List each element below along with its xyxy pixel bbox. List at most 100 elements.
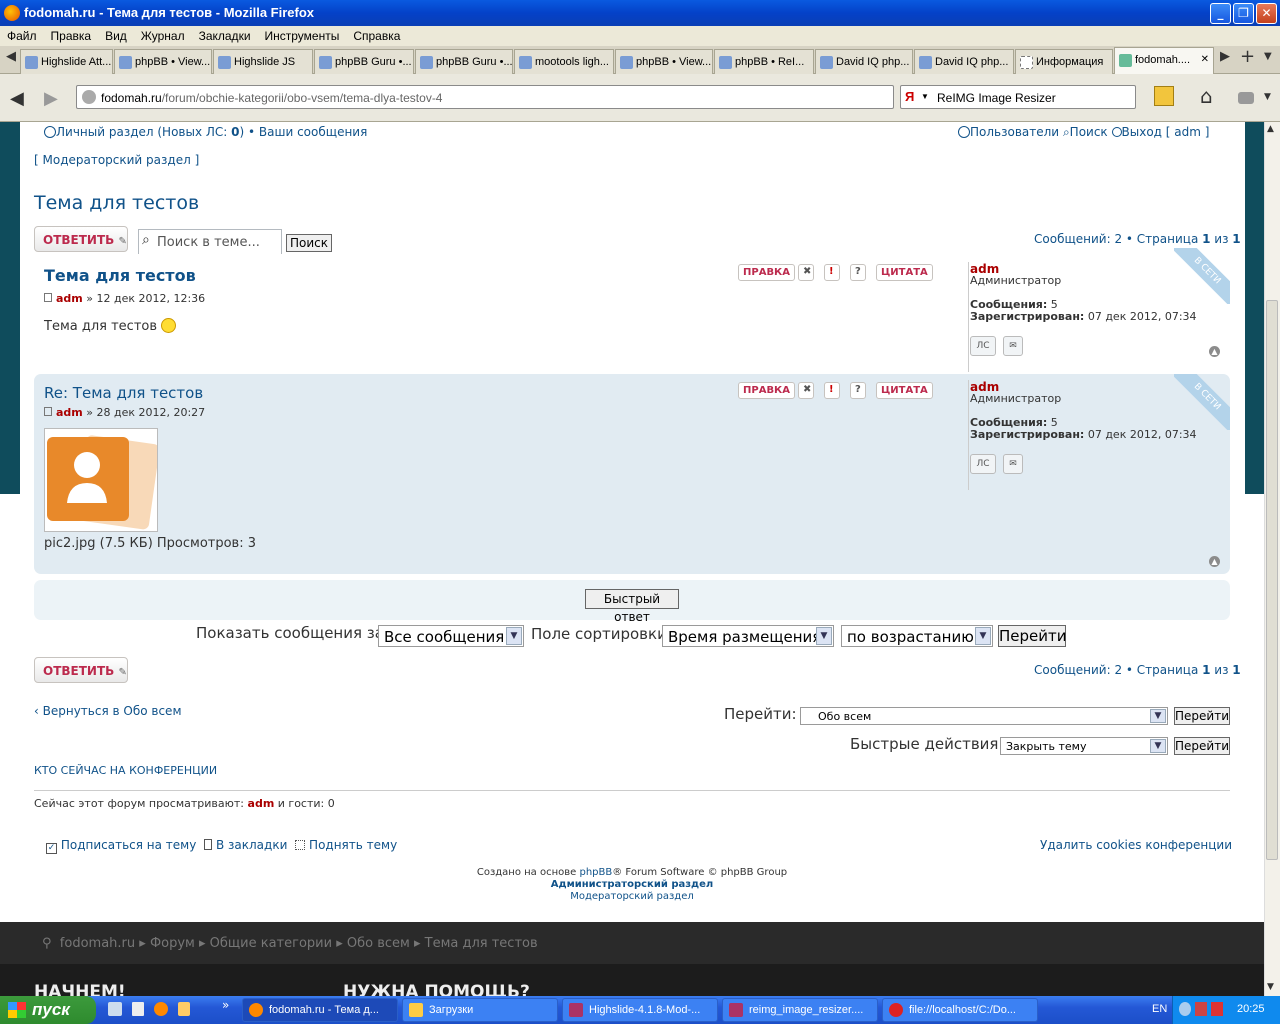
- language-indicator[interactable]: EN: [1152, 1003, 1167, 1015]
- delete-cookies-link[interactable]: Удалить cookies конференции: [1040, 838, 1232, 852]
- tab-item[interactable]: phpBB Guru •...: [314, 49, 414, 74]
- quick-actions-select[interactable]: Закрыть тему ▼: [1000, 737, 1168, 755]
- menu-view[interactable]: Вид: [98, 26, 134, 43]
- email-icon[interactable]: ✉: [1003, 454, 1023, 474]
- logout-link[interactable]: Выход [ adm ]: [1122, 125, 1210, 139]
- reply-button[interactable]: ОТВЕТИТЬ ✎: [34, 226, 128, 252]
- search-link[interactable]: Поиск: [1070, 125, 1108, 139]
- quick-actions-go-button[interactable]: Перейти: [1174, 737, 1230, 755]
- tab-item[interactable]: phpBB • ReI...: [714, 49, 814, 74]
- tray-back-icon[interactable]: [1179, 1002, 1191, 1016]
- tab-scroll-right-icon[interactable]: ▶: [1220, 49, 1230, 64]
- back-to-top-icon[interactable]: ▲: [1209, 346, 1220, 357]
- search-bar[interactable]: Я ▼ ReIMG Image Resizer: [900, 85, 1136, 109]
- tab-item[interactable]: Highslide Att...: [20, 49, 113, 74]
- pm-button[interactable]: ЛС: [970, 336, 996, 356]
- tab-item[interactable]: phpBB • View...: [615, 49, 713, 74]
- quicklaunch-doc-icon[interactable]: [132, 1002, 144, 1016]
- quicklaunch-app-icon[interactable]: [178, 1002, 190, 1016]
- task-reimg[interactable]: reimg_image_resizer....: [722, 998, 878, 1022]
- tab-item[interactable]: phpBB Guru •...: [415, 49, 513, 74]
- info-button[interactable]: ?: [850, 264, 866, 281]
- home-icon[interactable]: ⌂: [1200, 84, 1213, 108]
- menu-history[interactable]: Журнал: [134, 26, 192, 43]
- new-tab-icon[interactable]: +: [1240, 46, 1255, 67]
- menu-edit[interactable]: Правка: [44, 26, 99, 43]
- menu-file[interactable]: Файл: [0, 26, 44, 43]
- topic-search-input[interactable]: ⌕ Поиск в теме...: [138, 229, 282, 255]
- tab-item[interactable]: David IQ php...: [914, 49, 1014, 74]
- jump-go-button[interactable]: Перейти: [1174, 707, 1230, 725]
- back-icon[interactable]: ◀: [10, 88, 24, 109]
- scroll-up-icon[interactable]: ▲: [1267, 124, 1274, 134]
- phpbb-link[interactable]: phpBB: [579, 867, 612, 878]
- bookmark-link[interactable]: В закладки: [216, 838, 287, 852]
- post-title[interactable]: Re: Тема для тестов: [44, 384, 203, 402]
- breadcrumb-item[interactable]: Тема для тестов: [425, 936, 538, 951]
- topic-title[interactable]: Тема для тестов: [34, 192, 199, 214]
- my-posts-link[interactable]: Ваши сообщения: [259, 125, 367, 139]
- menu-dropdown-icon[interactable]: ▼: [1264, 92, 1271, 102]
- tab-item[interactable]: phpBB • View...: [114, 49, 212, 74]
- tab-list-icon[interactable]: ▼: [1264, 51, 1272, 62]
- minimize-button[interactable]: _: [1210, 3, 1231, 24]
- private-messages-link[interactable]: Личный раздел (Новых ЛС: 0): [56, 125, 244, 139]
- maximize-button[interactable]: ❐: [1233, 3, 1254, 24]
- quicklaunch-more-icon[interactable]: »: [222, 998, 229, 1012]
- reply-button-bottom[interactable]: ОТВЕТИТЬ ✎: [34, 657, 128, 683]
- post-title[interactable]: Тема для тестов: [44, 266, 196, 285]
- breadcrumb-item[interactable]: Обо всем: [347, 936, 410, 951]
- edit-button[interactable]: ПРАВКА: [738, 382, 795, 399]
- engine-dropdown-icon[interactable]: ▼: [921, 92, 929, 101]
- scroll-down-icon[interactable]: ▼: [1267, 982, 1274, 992]
- tab-item[interactable]: Highslide JS: [213, 49, 313, 74]
- quote-button[interactable]: ЦИТАТА: [876, 382, 933, 399]
- sort-direction-select[interactable]: по возрастанию ▼: [841, 625, 993, 647]
- tab-item[interactable]: Информация: [1015, 49, 1113, 74]
- checkbox-icon[interactable]: ✓: [46, 843, 57, 854]
- post-author[interactable]: adm: [56, 292, 83, 305]
- subscribe-link[interactable]: Подписаться на тему: [61, 838, 197, 852]
- addon-icon[interactable]: [1238, 92, 1254, 104]
- users-link[interactable]: Пользователи: [970, 125, 1059, 139]
- viewer-username[interactable]: adm: [248, 797, 275, 810]
- forward-icon[interactable]: ▶: [44, 88, 58, 109]
- menu-tools[interactable]: Инструменты: [258, 26, 347, 43]
- post-icon[interactable]: [44, 293, 52, 302]
- tab-close-icon[interactable]: ✕: [1201, 54, 1209, 65]
- reimg-addon-icon[interactable]: [1154, 86, 1174, 106]
- breadcrumb-item[interactable]: Форум: [150, 936, 195, 951]
- attachment-thumbnail[interactable]: [44, 428, 160, 532]
- clock[interactable]: 20:25: [1237, 1003, 1265, 1015]
- breadcrumb-item[interactable]: fodomah.ru: [60, 936, 135, 951]
- sort-go-button[interactable]: Перейти: [998, 625, 1067, 647]
- sort-field-select[interactable]: Время размещения ▼: [662, 625, 834, 647]
- admin-panel-link[interactable]: Администраторский раздел: [0, 879, 1264, 890]
- back-to-top-icon[interactable]: ▲: [1209, 556, 1220, 567]
- post-author[interactable]: adm: [56, 406, 83, 419]
- tab-item-active[interactable]: fodomah.... ✕: [1114, 47, 1214, 75]
- who-is-online-heading[interactable]: КТО СЕЙЧАС НА КОНФЕРЕНЦИИ: [34, 764, 217, 777]
- breadcrumb-item[interactable]: Общие категории: [210, 936, 332, 951]
- tab-item[interactable]: David IQ php...: [815, 49, 913, 74]
- edit-button[interactable]: ПРАВКА: [738, 264, 795, 281]
- tray-app-icon[interactable]: [1195, 1002, 1207, 1016]
- task-highslide[interactable]: Highslide-4.1.8-Mod-...: [562, 998, 718, 1022]
- tab-item[interactable]: mootools ligh...: [514, 49, 614, 74]
- quick-reply-button[interactable]: Быстрый ответ: [585, 589, 679, 624]
- start-button[interactable]: пуск: [0, 996, 96, 1024]
- address-bar[interactable]: fodomah.ru/forum/obchie-kategorii/obo-vs…: [76, 85, 894, 109]
- close-button[interactable]: ✕: [1256, 3, 1277, 24]
- report-button[interactable]: !: [824, 382, 840, 399]
- bump-link[interactable]: Поднять тему: [309, 838, 397, 852]
- delete-button[interactable]: ✖: [798, 382, 814, 399]
- show-posts-select[interactable]: Все сообщения ▼: [378, 625, 524, 647]
- delete-button[interactable]: ✖: [798, 264, 814, 281]
- post-icon[interactable]: [44, 407, 52, 416]
- tab-scroll-left-icon[interactable]: ◀: [6, 49, 16, 64]
- mod-panel-link[interactable]: Модераторский раздел: [0, 891, 1264, 902]
- scrollbar-thumb[interactable]: [1266, 300, 1278, 860]
- task-opera[interactable]: file://localhost/C:/Do...: [882, 998, 1038, 1022]
- task-firefox[interactable]: fodomah.ru - Тема д...: [242, 998, 398, 1022]
- yandex-icon[interactable]: Я: [905, 89, 919, 105]
